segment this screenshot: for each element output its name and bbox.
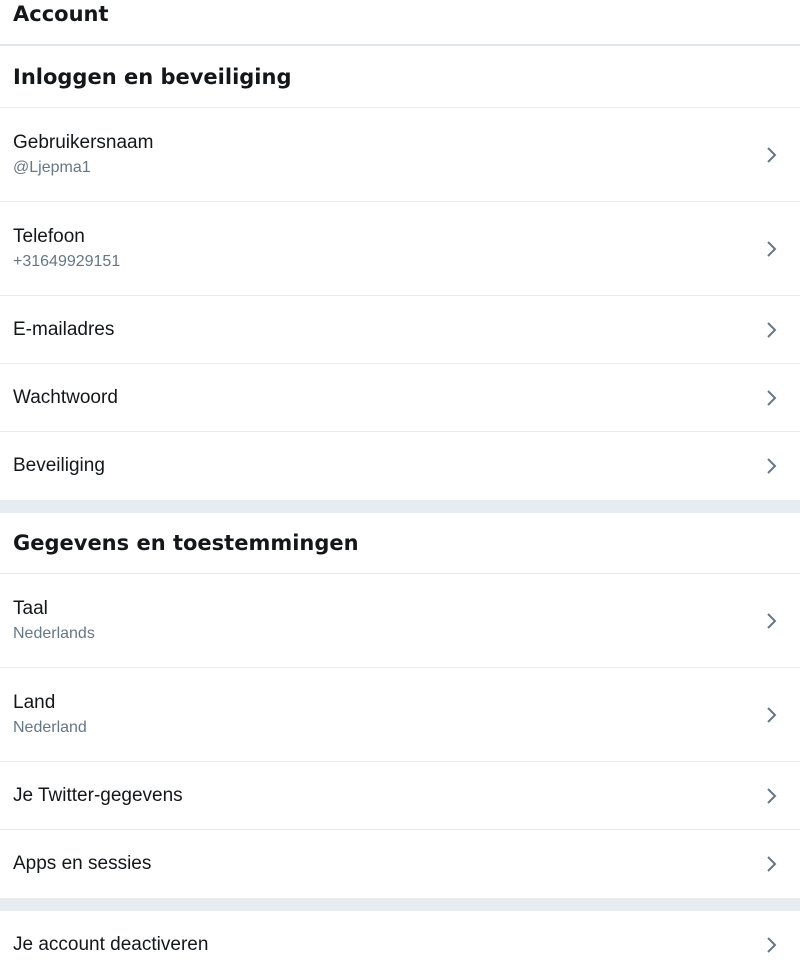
setting-label: Taal <box>13 597 48 619</box>
chevron-right-icon <box>765 321 779 339</box>
page-header: Account <box>0 0 800 46</box>
setting-language[interactable]: Taal Nederlands <box>0 574 800 668</box>
section-divider <box>0 898 800 911</box>
section-title: Gegevens en toestemmingen <box>0 513 800 574</box>
chevron-right-icon <box>765 146 779 164</box>
chevron-right-icon <box>765 457 779 475</box>
setting-label: Land <box>13 691 56 713</box>
setting-twitter-data[interactable]: Je Twitter-gegevens <box>0 762 800 830</box>
setting-phone[interactable]: Telefoon +31649929151 <box>0 202 800 296</box>
chevron-right-icon <box>765 936 779 954</box>
setting-label: E-mailadres <box>13 318 115 340</box>
setting-deactivate-account[interactable]: Je account deactiveren <box>0 911 800 979</box>
setting-label: Beveiliging <box>13 455 105 476</box>
section-title: Inloggen en beveiliging <box>0 46 800 108</box>
setting-label: Je account deactiveren <box>13 934 209 955</box>
section-deactivate: Je account deactiveren <box>0 911 800 979</box>
setting-label: Gebruikersnaam <box>13 131 154 153</box>
setting-username[interactable]: Gebruikersnaam @Ljepma1 <box>0 108 800 202</box>
section-login-security: Inloggen en beveiliging Gebruikersnaam @… <box>0 46 800 500</box>
setting-password[interactable]: Wachtwoord <box>0 364 800 432</box>
setting-apps-sessions[interactable]: Apps en sessies <box>0 830 800 898</box>
chevron-right-icon <box>765 787 779 805</box>
setting-label: Apps en sessies <box>13 853 152 874</box>
setting-value: Nederlands <box>13 624 95 642</box>
setting-email[interactable]: E-mailadres <box>0 296 800 364</box>
setting-label: Je Twitter-gegevens <box>13 784 183 806</box>
setting-label: Wachtwoord <box>13 386 118 408</box>
page-title: Account <box>13 2 109 26</box>
chevron-right-icon <box>765 855 779 873</box>
setting-value: @Ljepma1 <box>13 158 91 176</box>
section-divider <box>0 500 800 513</box>
setting-security[interactable]: Beveiliging <box>0 432 800 500</box>
setting-value: Nederland <box>13 718 87 736</box>
setting-label: Telefoon <box>13 225 85 247</box>
setting-value: +31649929151 <box>13 252 121 270</box>
chevron-right-icon <box>765 240 779 258</box>
setting-country[interactable]: Land Nederland <box>0 668 800 762</box>
chevron-right-icon <box>765 389 779 407</box>
chevron-right-icon <box>765 706 779 724</box>
chevron-right-icon <box>765 612 779 630</box>
section-data-permissions: Gegevens en toestemmingen Taal Nederland… <box>0 513 800 898</box>
